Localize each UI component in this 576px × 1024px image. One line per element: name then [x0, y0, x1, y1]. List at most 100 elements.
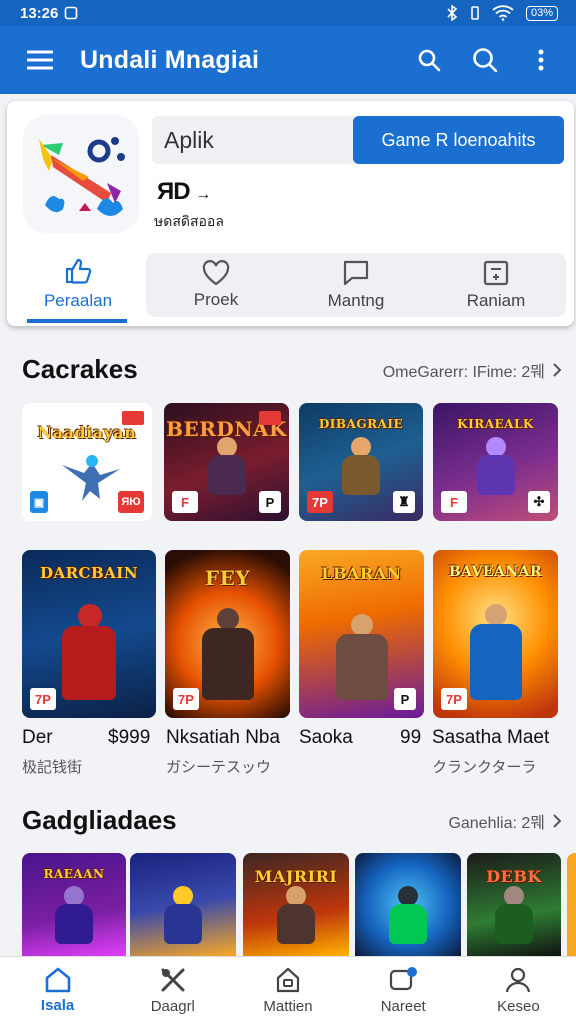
badge-left: ▣: [30, 491, 48, 513]
badge-left: 7P: [307, 491, 333, 513]
more-options-button[interactable]: [516, 35, 566, 85]
game-tile-partial[interactable]: [567, 853, 576, 956]
tab-peraalan[interactable]: Peraalan: [21, 249, 135, 323]
vibrate-icon: [471, 6, 479, 20]
app-subtitle: ษดสดิสออล: [154, 213, 224, 229]
game-tile[interactable]: Naadiayan ▣ ЯЮ: [22, 403, 152, 521]
see-all-label: Ganehlia: 2뭬: [448, 814, 545, 832]
search-icon: [473, 48, 498, 73]
tab-mantng[interactable]: Mantng: [286, 253, 426, 317]
badge-right: P: [394, 688, 416, 710]
hero-figure: [464, 604, 528, 704]
menu-button[interactable]: [0, 50, 80, 70]
app-bar: Undali Mnagiai: [0, 26, 576, 94]
notification-icon: [390, 967, 418, 991]
tab-label: Mantng: [327, 291, 385, 310]
game-tile-large[interactable]: LBARAN P: [299, 550, 424, 718]
profile-icon: [506, 967, 531, 993]
game-caption-title: Saoka: [299, 727, 353, 748]
game-caption-sub: 极記钱街: [22, 759, 83, 776]
secondary-tabs: Proek Mantng Raniam: [146, 253, 566, 317]
game-tile-large[interactable]: FEY 7P: [165, 550, 290, 718]
game-tile[interactable]: [355, 853, 461, 956]
game-tile[interactable]: KIRAEALK F ✣: [433, 403, 558, 521]
nav-label: Isala: [40, 997, 75, 1014]
nav-label: Daagrl: [150, 998, 195, 1015]
store-icon: [276, 967, 300, 993]
game-caption-price: $999: [108, 727, 151, 748]
tools-icon: [161, 968, 185, 992]
search-icon: [418, 49, 441, 72]
search-alt-button[interactable]: [460, 35, 510, 85]
chat-icon: [343, 260, 369, 286]
header-tabs: Peraalan Proek Mantng Raniam: [21, 249, 566, 323]
game-title-art: DEBK: [486, 867, 542, 886]
badge-right: ЯЮ: [118, 491, 144, 513]
search-button[interactable]: [404, 35, 454, 85]
corner-badge: [122, 411, 144, 425]
nav-label: Mattien: [263, 998, 313, 1015]
badge-left: 7P: [30, 688, 56, 710]
section-title: Gadgliadaes: [22, 805, 177, 835]
badge-left: 7P: [173, 688, 199, 710]
nav-tools[interactable]: Daagrl: [115, 957, 230, 1024]
game-title-art: LBARAN: [321, 564, 402, 583]
game-tile[interactable]: DIBAGRAIE 7P ♜: [299, 403, 423, 521]
hero-figure: [156, 886, 210, 956]
heart-icon: [202, 260, 230, 286]
search-bar: Game R loenoahits: [152, 116, 564, 164]
logo-graphic-icon: [39, 137, 125, 216]
hero-figure: [54, 604, 124, 704]
section-title: Cacrakes: [22, 354, 138, 384]
wifi-icon: [492, 5, 514, 21]
see-all-link[interactable]: OmeGarerr: IFime: 2뭬: [383, 358, 562, 382]
app-header-card: Game R loenoahits ЯD → ษดสดิสออล Peraala…: [7, 101, 574, 326]
game-tile-large[interactable]: DARCBAIN 7P: [22, 550, 156, 718]
nav-notifications[interactable]: Nareet: [346, 957, 461, 1024]
nav-label: Keseo: [497, 998, 540, 1015]
hero-figure: [269, 886, 323, 956]
game-title-art: MAJRIRI: [254, 867, 338, 886]
nav-label: Nareet: [380, 998, 426, 1015]
status-bar: 13:26 03%: [0, 0, 576, 26]
nav-store[interactable]: Mattien: [230, 957, 345, 1024]
more-vert-icon: [538, 49, 544, 71]
game-tile[interactable]: RAEAAN: [22, 853, 126, 956]
section-header-cacrakes: Cacrakes OmeGarerr: IFime: 2뭬: [22, 354, 562, 385]
game-tile[interactable]: DEBK: [467, 853, 561, 956]
section-header-gadgliadaes: Gadgliadaes Ganehlia: 2뭬: [22, 805, 562, 836]
app-badge-text: ЯD: [157, 178, 191, 205]
game-tile[interactable]: BERDNAK F P: [164, 403, 289, 521]
app-logo: [23, 115, 139, 233]
hero-figure: [334, 437, 388, 507]
game-tile-large[interactable]: BAVEANAR 7P: [433, 550, 558, 718]
hero-art-icon: [62, 455, 120, 501]
battery-indicator: 03%: [525, 5, 558, 21]
badge-right: ✣: [528, 491, 550, 513]
badge-left: F: [441, 491, 467, 513]
game-title-art: Naadiayan: [37, 423, 137, 442]
bottom-navigation: Isala Daagrl Mattien Nareet Keseo: [0, 956, 576, 1024]
game-tile[interactable]: [130, 853, 236, 956]
game-caption-sub: クランクターラ: [432, 759, 537, 776]
hero-figure: [487, 886, 541, 956]
game-caption-price: 99: [400, 727, 422, 748]
search-input[interactable]: [164, 124, 344, 156]
game-title-art: DIBAGRAIE: [318, 417, 404, 431]
nav-home[interactable]: Isala: [0, 957, 115, 1024]
game-caption-sub: ガシーテスッウ: [166, 759, 272, 776]
home-icon: [45, 967, 70, 993]
see-all-link[interactable]: Ganehlia: 2뭬: [448, 809, 562, 833]
active-tab-indicator: [27, 319, 127, 323]
app-title: Undali Mnagiai: [80, 45, 260, 74]
nav-profile[interactable]: Keseo: [461, 957, 576, 1024]
tab-proek[interactable]: Proek: [146, 253, 286, 317]
game-title-art: KIRAEALK: [457, 417, 534, 431]
game-tile[interactable]: MAJRIRI: [243, 853, 349, 956]
hero-figure: [200, 437, 254, 507]
tab-raniam[interactable]: Raniam: [426, 253, 566, 317]
tab-label: Raniam: [466, 291, 526, 310]
search-submit-button[interactable]: Game R loenoahits: [353, 116, 564, 164]
game-title-art: FEY: [204, 566, 251, 590]
see-all-label: OmeGarerr: IFime: 2뭬: [382, 363, 545, 381]
